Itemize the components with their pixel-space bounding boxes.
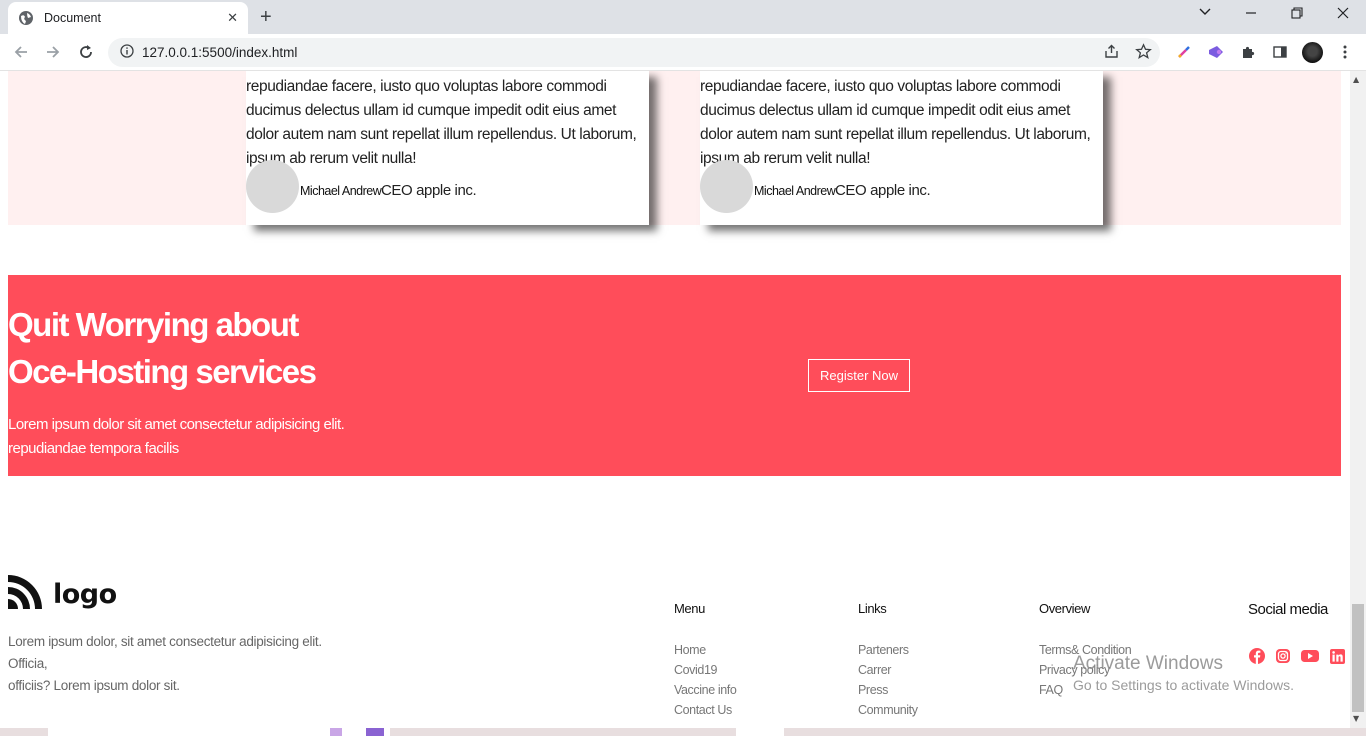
- cta-desc-line: repudiandae tempora facilis: [8, 440, 179, 457]
- scroll-down-icon[interactable]: ▼: [1353, 714, 1359, 723]
- footer-link-home[interactable]: Home: [674, 640, 736, 660]
- browser-tab[interactable]: Document ✕: [8, 2, 248, 34]
- megaphone-extension-icon[interactable]: [1206, 42, 1226, 62]
- cta-heading-line: Oce-Hosting services: [8, 353, 317, 390]
- activate-windows-watermark: Activate Windows Go to Settings to activ…: [1073, 653, 1294, 693]
- footer-column-title: Links: [858, 601, 887, 616]
- share-icon[interactable]: [1103, 43, 1120, 64]
- social-media-title: Social media: [1248, 601, 1328, 618]
- footer-link-covid19[interactable]: Covid19: [674, 660, 736, 680]
- close-window-icon[interactable]: [1336, 6, 1350, 23]
- logo-text: logo: [53, 578, 117, 610]
- minimize-icon[interactable]: [1244, 6, 1258, 23]
- tab-search-icon[interactable]: [1198, 4, 1212, 21]
- reload-icon[interactable]: [76, 42, 96, 62]
- testimonial-quote: repudiandae facere, iusto quo voluptas l…: [246, 78, 637, 167]
- url-text: 127.0.0.1:5500/index.html: [142, 45, 298, 60]
- tab-strip: Document ✕ +: [0, 0, 1366, 34]
- person-name: Michael Andrew: [754, 184, 836, 198]
- back-icon[interactable]: [11, 42, 31, 62]
- testimonial-card: repudiandae facere, iusto quo voluptas l…: [246, 71, 649, 225]
- restore-icon[interactable]: [1290, 6, 1304, 23]
- linkedin-icon[interactable]: [1329, 648, 1345, 664]
- page-scrollbar[interactable]: ▲ ▼: [1350, 71, 1366, 728]
- watermark-subtitle: Go to Settings to activate Windows.: [1073, 677, 1294, 693]
- footer-link-carrer[interactable]: Carrer: [858, 660, 918, 680]
- profile-avatar[interactable]: [1302, 42, 1323, 63]
- footer-about-line: officiis? Lorem ipsum dolor sit.: [8, 678, 180, 693]
- footer-link-press[interactable]: Press: [858, 680, 918, 700]
- footer-link-parteners[interactable]: Parteners: [858, 640, 918, 660]
- watermark-title: Activate Windows: [1073, 653, 1223, 674]
- person-avatar: [700, 160, 753, 213]
- testimonial-card: repudiandae facere, iusto quo voluptas l…: [700, 71, 1103, 225]
- taskbar-app-icon[interactable]: [366, 728, 384, 736]
- testimonial-quote: repudiandae facere, iusto quo voluptas l…: [700, 78, 1091, 167]
- footer-link-community[interactable]: Community: [858, 700, 918, 720]
- person-avatar: [246, 160, 299, 213]
- footer-column-title: Menu: [674, 601, 705, 616]
- register-now-button[interactable]: Register Now: [808, 359, 910, 392]
- browser-menu-icon[interactable]: [1335, 42, 1355, 62]
- taskbar-app-icon[interactable]: [736, 728, 784, 736]
- cta-banner: Quit Worrying about Oce-Hosting services…: [8, 275, 1341, 476]
- footer-link-contact-us[interactable]: Contact Us: [674, 700, 736, 720]
- web-page: repudiandae facere, iusto quo voluptas l…: [0, 71, 1350, 728]
- tab-title: Document: [44, 11, 101, 25]
- cta-description: Lorem ipsum dolor sit amet consectetur a…: [8, 413, 345, 461]
- color-picker-extension-icon[interactable]: [1174, 42, 1194, 62]
- footer-about: Lorem ipsum dolor, sit amet consectetur …: [8, 631, 348, 697]
- forward-icon[interactable]: [43, 42, 63, 62]
- site-info-icon[interactable]: [120, 43, 134, 62]
- scroll-up-icon[interactable]: ▲: [1353, 75, 1359, 84]
- footer-links-column: Links Parteners Carrer Press Community: [858, 601, 918, 720]
- footer-menu-column: Menu Home Covid19 Vaccine info Contact U…: [674, 601, 737, 720]
- bookmark-star-icon[interactable]: [1135, 43, 1152, 64]
- footer-about-line: Lorem ipsum dolor, sit amet consectetur …: [8, 634, 322, 671]
- footer-link-vaccine-info[interactable]: Vaccine info: [674, 680, 737, 700]
- footer: logo Lorem ipsum dolor, sit amet consect…: [0, 561, 1350, 728]
- globe-icon: [18, 10, 34, 26]
- new-tab-icon[interactable]: +: [260, 6, 272, 29]
- cta-heading: Quit Worrying about Oce-Hosting services: [8, 301, 317, 395]
- cta-desc-line: Lorem ipsum dolor sit amet consectetur a…: [8, 416, 345, 433]
- address-bar[interactable]: 127.0.0.1:5500/index.html: [108, 38, 1160, 67]
- scrollbar-thumb[interactable]: [1352, 604, 1364, 712]
- taskbar-app-icon[interactable]: [330, 728, 342, 736]
- person-name: Michael Andrew: [300, 184, 382, 198]
- cta-heading-line: Quit Worrying about: [8, 306, 299, 343]
- extensions-puzzle-icon[interactable]: [1238, 42, 1258, 62]
- browser-toolbar: 127.0.0.1:5500/index.html: [0, 34, 1366, 71]
- rss-logo-icon: [8, 575, 43, 613]
- testimonials-section: [8, 71, 1341, 225]
- person-role: CEO apple inc.: [835, 182, 931, 199]
- youtube-icon[interactable]: [1301, 648, 1319, 664]
- person-role: CEO apple inc.: [381, 182, 477, 199]
- footer-column-title: Overview: [1039, 601, 1090, 616]
- logo[interactable]: logo: [8, 575, 117, 613]
- os-taskbar: [0, 728, 1366, 736]
- side-panel-icon[interactable]: [1270, 42, 1290, 62]
- close-tab-icon[interactable]: ✕: [227, 11, 238, 26]
